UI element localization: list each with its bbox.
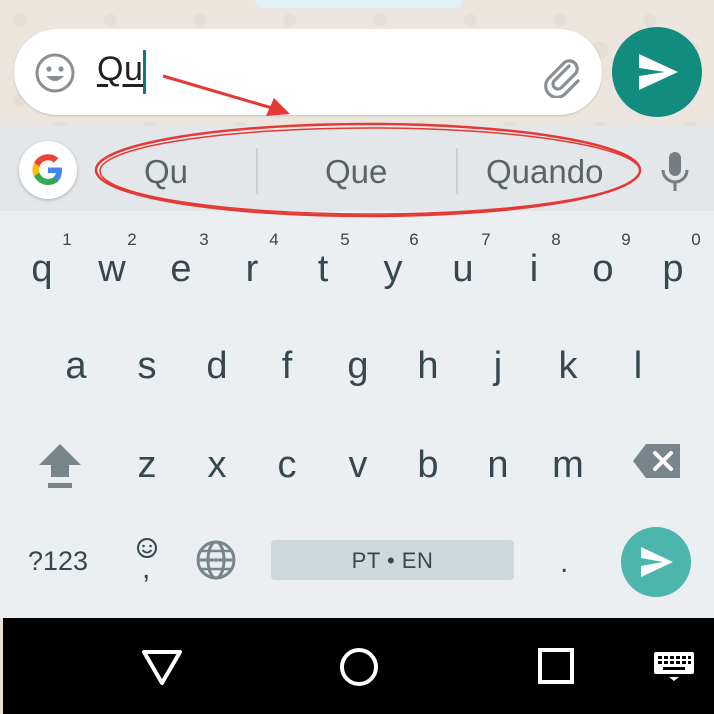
key-hint: 1 [62,230,72,249]
key-p[interactable]: p [643,248,703,291]
key-hint: 4 [269,230,279,249]
nav-home-icon[interactable] [337,645,381,689]
comma-key[interactable]: , [142,552,150,586]
key-h[interactable]: h [398,345,458,388]
key-z[interactable]: z [117,444,177,487]
backspace-icon[interactable] [632,443,682,479]
key-d[interactable]: d [187,345,247,388]
paperclip-icon[interactable] [538,52,584,98]
send-button[interactable] [612,27,702,117]
suggestion-divider [256,148,258,194]
key-hint: 5 [340,230,350,249]
suggestion-divider [456,148,458,194]
message-bubble [255,0,463,8]
key-k[interactable]: k [538,345,598,388]
key-c[interactable]: c [257,444,317,487]
key-hint: 8 [551,230,561,249]
key-b[interactable]: b [398,444,458,487]
key-j[interactable]: j [468,345,528,388]
key-r[interactable]: r [222,248,282,291]
key-w[interactable]: w [82,248,142,291]
key-l[interactable]: l [608,345,668,388]
key-o[interactable]: o [573,248,633,291]
key-hint: 0 [691,230,701,249]
key-hint: 9 [621,230,631,249]
symbols-key[interactable]: ?123 [28,546,88,577]
key-hint: 7 [481,230,491,249]
key-hint: 2 [127,230,137,249]
mic-icon[interactable] [657,150,693,194]
text-cursor [143,50,146,94]
key-m[interactable]: m [538,444,598,487]
keyboard-icon[interactable] [653,650,695,682]
google-button[interactable] [19,141,77,199]
suggestion-3[interactable]: Quando [486,153,603,191]
keyboard-send-button[interactable] [621,527,691,597]
message-input[interactable]: Qu [97,50,143,89]
key-e[interactable]: e [151,248,211,291]
nav-recents-icon[interactable] [536,646,576,686]
send-icon [639,54,678,90]
key-v[interactable]: v [328,444,388,487]
key-u[interactable]: u [433,248,493,291]
key-f[interactable]: f [257,345,317,388]
key-s[interactable]: s [117,345,177,388]
key-hint: 6 [409,230,419,249]
key-t[interactable]: t [293,248,353,291]
key-hint: 3 [199,230,209,249]
key-y[interactable]: y [363,248,423,291]
key-q[interactable]: q [12,248,72,291]
suggestion-1[interactable]: Qu [144,153,188,191]
period-key[interactable]: . [560,546,568,580]
key-g[interactable]: g [328,345,388,388]
suggestion-2[interactable]: Que [325,153,387,191]
key-x[interactable]: x [187,444,247,487]
space-bar-label: PT • EN [351,548,434,573]
key-i[interactable]: i [504,248,564,291]
shift-icon[interactable] [36,441,84,491]
key-a[interactable]: a [46,345,106,388]
google-icon [32,154,62,185]
globe-icon[interactable] [195,539,237,581]
emoji-icon[interactable] [34,52,76,94]
nav-back-icon[interactable] [140,647,184,687]
key-n[interactable]: n [468,444,528,487]
send-icon [641,547,673,577]
